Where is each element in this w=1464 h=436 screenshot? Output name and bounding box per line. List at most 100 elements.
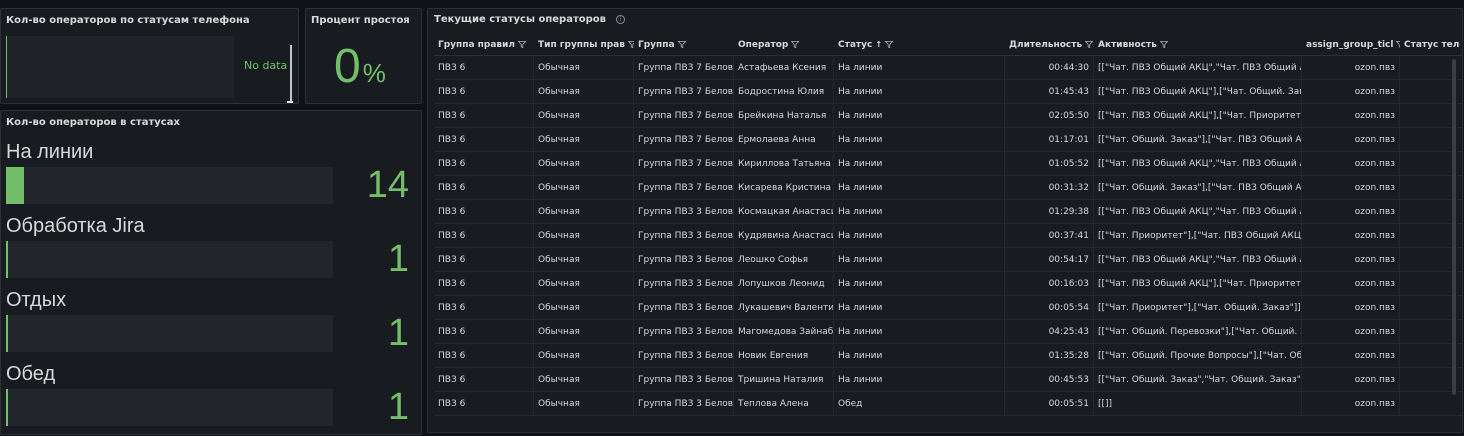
panel-title: Процент простоя	[311, 15, 410, 26]
filter-icon[interactable]	[884, 35, 894, 49]
table-scrollbar-thumb[interactable]	[1452, 59, 1456, 395]
table-cell: Группа ПВЗ 3 Беловс	[634, 320, 734, 344]
table-cell: На линии	[834, 224, 1005, 248]
column-header-label: Статус	[838, 40, 873, 50]
sort-asc-icon[interactable]: ↑	[875, 40, 882, 49]
table-cell: Магомедова Зайнаб	[734, 320, 834, 344]
table-row[interactable]: ПВЗ 6 Обычная Группа ПВЗ 7 Беловс Бодростин…	[434, 80, 1462, 104]
table-cell: Обычная	[534, 176, 634, 200]
column-header[interactable]: Статус ↑	[834, 34, 1005, 56]
table-cell: ПВЗ 6	[434, 368, 534, 392]
filter-icon[interactable]	[790, 35, 800, 49]
table-cell: Обычная	[534, 392, 634, 416]
table-cell: ozon.пвз	[1302, 320, 1400, 344]
table-cell: ПВЗ 6	[434, 248, 534, 272]
table-cell: ozon.пвз	[1302, 224, 1400, 248]
table-row[interactable]: ПВЗ 6 Обычная Группа ПВЗ 3 Беловс Теплова А…	[434, 392, 1462, 416]
column-header[interactable]: Группа	[634, 34, 734, 56]
table-cell: ПВЗ 6	[434, 200, 534, 224]
idle-value: 0	[334, 40, 361, 93]
table-row[interactable]: ПВЗ 6 Обычная Группа ПВЗ 7 Беловс Ермолаева…	[434, 128, 1462, 152]
table-cell: На линии	[834, 248, 1005, 272]
table-cell: Группа ПВЗ 7 Беловс	[634, 56, 734, 80]
table-cell: На линии	[834, 296, 1005, 320]
table-cell: На линии	[834, 152, 1005, 176]
table-cell: На линии	[834, 176, 1005, 200]
info-icon[interactable]: i	[615, 15, 625, 24]
vertical-scrollbar[interactable]	[290, 45, 292, 103]
no-data-label: No data	[244, 59, 288, 72]
status-value: 1	[387, 238, 409, 280]
column-header[interactable]: assign_group_ticl	[1302, 34, 1400, 56]
table-row[interactable]: ПВЗ 6 Обычная Группа ПВЗ 3 Беловс Лопушков …	[434, 272, 1462, 296]
table-cell: Группа ПВЗ 7 Беловс	[634, 80, 734, 104]
table-cell: Обычная	[534, 296, 634, 320]
table-cell: Обычная	[534, 104, 634, 128]
table-cell: [["Чат. ПВЗ Общий АКЦ","Чат. ПВЗ Общий А	[1094, 200, 1302, 224]
table-cell: ozon.пвз	[1302, 296, 1400, 320]
table-row[interactable]: ПВЗ 6 Обычная Группа ПВЗ 7 Беловс Брейкина …	[434, 104, 1462, 128]
filter-icon[interactable]	[677, 35, 686, 49]
panel-operator-statuses-table: Текущие статусы операторов i Группа прав…	[427, 8, 1463, 433]
table-cell: Группа ПВЗ 3 Беловс	[634, 344, 734, 368]
filter-icon[interactable]	[1084, 35, 1094, 49]
table-row[interactable]: ПВЗ 6 Обычная Группа ПВЗ 3 Беловс Кудрявина…	[434, 224, 1462, 248]
table-cell: Обычная	[534, 320, 634, 344]
table-cell: Обычная	[534, 224, 634, 248]
table-cell: На линии	[834, 368, 1005, 392]
table-cell: [["Чат. ПВЗ Общий АКЦ","Чат. ПВЗ Общий А	[1094, 56, 1302, 80]
table-row[interactable]: ПВЗ 6 Обычная Группа ПВЗ 7 Беловс Астафьева…	[434, 56, 1462, 80]
status-bar-track	[6, 389, 333, 426]
filter-icon[interactable]	[517, 35, 527, 49]
table-cell: ozon.пвз	[1302, 176, 1400, 200]
status-bar-track	[6, 315, 333, 352]
table-cell: Брейкина Наталья	[734, 104, 834, 128]
column-header[interactable]: Группа правил	[434, 34, 534, 56]
table-cell: Космацкая Анастаси	[734, 200, 834, 224]
column-header[interactable]: Активность	[1094, 34, 1302, 56]
table-cell: Астафьева Ксения	[734, 56, 834, 80]
column-header[interactable]: Оператор	[734, 34, 834, 56]
scrollbar-corner-handle[interactable]	[287, 101, 293, 103]
table-cell: ПВЗ 6	[434, 176, 534, 200]
column-header-label: Активность	[1098, 40, 1157, 50]
table-cell: Обычная	[534, 128, 634, 152]
panel-phone-statuses: Кол-во операторов по статусам телефона N…	[0, 8, 299, 104]
column-header[interactable]: Длительность	[1005, 34, 1094, 56]
table-cell: Обычная	[534, 152, 634, 176]
table-cell: 02:05:50	[1005, 104, 1094, 128]
table-row[interactable]: ПВЗ 6 Обычная Группа ПВЗ 3 Беловс Космацкая…	[434, 200, 1462, 224]
table-cell: 00:05:51	[1005, 392, 1094, 416]
table-cell: Группа ПВЗ 3 Беловс	[634, 272, 734, 296]
table-cell: [["Чат. Общий. Заказ","Чат. Общий. Заказ…	[1094, 368, 1302, 392]
filter-icon[interactable]	[1159, 35, 1169, 49]
table-row[interactable]: ПВЗ 6 Обычная Группа ПВЗ 3 Беловс Тришина Н…	[434, 368, 1462, 392]
table-cell: ozon.пвз	[1302, 392, 1400, 416]
status-label: На линии	[6, 141, 94, 163]
table-row[interactable]: ПВЗ 6 Обычная Группа ПВЗ 3 Беловс Леошко Со…	[434, 248, 1462, 272]
table-row[interactable]: ПВЗ 6 Обычная Группа ПВЗ 7 Беловс Кисарева …	[434, 176, 1462, 200]
table-cell: Группа ПВЗ 7 Беловс	[634, 128, 734, 152]
table-row[interactable]: ПВЗ 6 Обычная Группа ПВЗ 3 Беловс Новик Евг…	[434, 344, 1462, 368]
table-row[interactable]: ПВЗ 6 Обычная Группа ПВЗ 3 Беловс Лукашевич…	[434, 296, 1462, 320]
table-row[interactable]: ПВЗ 6 Обычная Группа ПВЗ 7 Беловс Кириллова…	[434, 152, 1462, 176]
table-cell: Обычная	[534, 200, 634, 224]
table-cell: Обед	[834, 392, 1005, 416]
horizontal-scrollbar[interactable]	[6, 103, 291, 104]
table-cell: ПВЗ 6	[434, 128, 534, 152]
table-cell: ПВЗ 6	[434, 392, 534, 416]
table-cell: Обычная	[534, 368, 634, 392]
table-cell: На линии	[834, 80, 1005, 104]
table-cell: Группа ПВЗ 3 Беловс	[634, 368, 734, 392]
table-cell: На линии	[834, 272, 1005, 296]
column-header[interactable]: Статус теле	[1400, 34, 1460, 56]
table-cell: ozon.пвз	[1302, 344, 1400, 368]
table-cell: ozon.пвз	[1302, 248, 1400, 272]
column-header[interactable]: Тип группы прав	[534, 34, 634, 56]
table-cell: Тришина Наталия	[734, 368, 834, 392]
table-cell: На линии	[834, 128, 1005, 152]
table-row[interactable]: ПВЗ 6 Обычная Группа ПВЗ 3 Беловс Магомедов…	[434, 320, 1462, 344]
status-value: 1	[387, 386, 409, 428]
table-cell: 01:05:52	[1005, 152, 1094, 176]
table-cell: Теплова Алена	[734, 392, 834, 416]
